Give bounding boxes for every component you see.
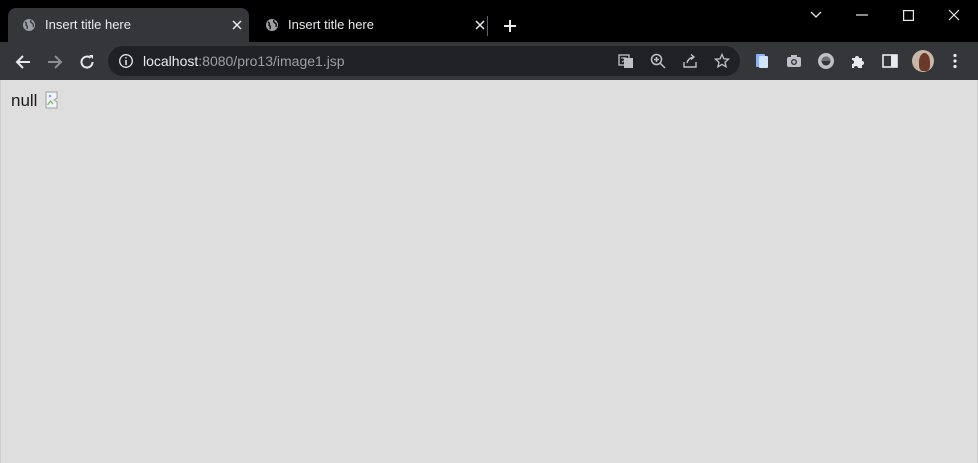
tab-search-button[interactable] [793,0,839,30]
url-path: :8080/pro13/image1.jsp [198,53,345,69]
camera-extension-button[interactable] [784,51,804,71]
extensions-button[interactable] [848,51,868,71]
tab-separator [487,16,488,36]
minimize-icon [856,14,868,16]
toolbar: localhost:8080/pro13/image1.jsp [0,42,978,80]
address-bar[interactable]: localhost:8080/pro13/image1.jsp [108,46,740,76]
camera-extension-icon [787,55,801,67]
kebab-menu-icon [953,53,957,69]
globe-icon [23,19,35,31]
maximize-icon [902,9,914,21]
tab-active[interactable]: Insert title here [8,8,249,42]
reload-icon [80,55,94,69]
page-text: null [11,91,38,110]
maximize-button[interactable] [885,0,931,30]
zoom-button[interactable] [648,51,668,71]
circle-extension-icon [818,53,834,69]
site-info-icon[interactable] [118,53,134,69]
minimize-button[interactable] [839,0,885,30]
menu-button[interactable] [945,51,965,71]
close-icon [948,9,960,21]
tab-search-icon [810,11,822,18]
share-icon [683,53,697,68]
side-panel-icon [882,54,898,68]
forward-arrow-icon [48,55,63,69]
globe-icon [266,19,278,31]
browser-chrome: Insert title here Insert title here loca… [0,0,978,80]
url-host: localhost [143,53,199,69]
reload-button[interactable] [73,48,101,76]
translate-icon [618,54,633,68]
plus-icon [504,20,516,32]
page-content: null [0,80,978,463]
address-url: localhost:8080/pro13/image1.jsp [143,53,345,69]
broken-image-icon [45,91,58,109]
back-button[interactable] [9,48,37,76]
share-button[interactable] [680,51,700,71]
forward-button[interactable] [41,48,69,76]
tab-close-icon[interactable] [227,15,247,35]
zoom-icon [650,53,666,69]
bookmark-star-icon [714,53,730,69]
translate-button[interactable] [616,51,636,71]
clipboard-extension-icon [756,54,768,68]
side-panel-button[interactable] [880,51,900,71]
bookmark-button[interactable] [712,51,732,71]
clipboard-extension-button[interactable] [752,51,772,71]
circle-extension-button[interactable] [816,51,836,71]
back-arrow-icon [15,55,30,69]
tab-strip: Insert title here Insert title here [0,0,978,42]
window-close-button[interactable] [931,0,977,30]
puzzle-icon [852,56,864,68]
tab-title: Insert title here [288,17,374,32]
profile-avatar[interactable] [912,50,934,72]
tab-inactive[interactable]: Insert title here [251,8,492,42]
new-tab-button[interactable] [498,14,522,38]
tab-title: Insert title here [45,17,131,32]
